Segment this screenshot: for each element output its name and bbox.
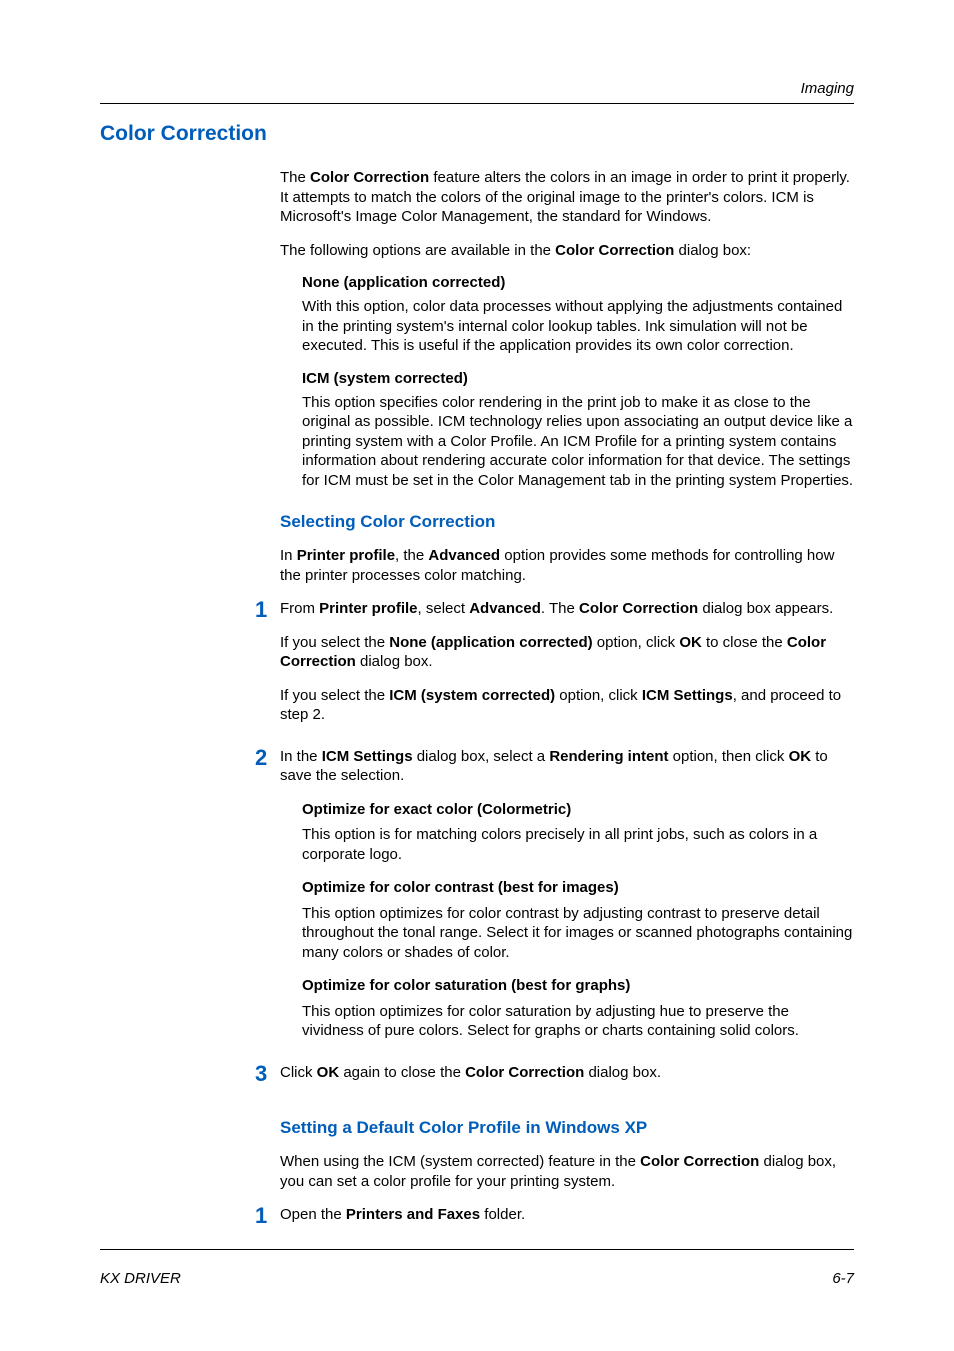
bold-text: OK (317, 1064, 340, 1081)
text: folder. (480, 1206, 525, 1223)
option-colormetric: Optimize for exact color (Colormetric) T… (302, 800, 854, 865)
bold-text: ICM Settings (322, 748, 413, 765)
bold-text: ICM Settings (642, 687, 733, 704)
bold-text: ICM (system corrected) (389, 687, 555, 704)
step-number: 3 (255, 1063, 280, 1097)
header-rule (100, 103, 854, 104)
sec1-intro: In Printer profile, the Advanced option … (280, 546, 854, 585)
sec2-intro: When using the ICM (system corrected) fe… (280, 1152, 854, 1191)
text: In the (280, 748, 322, 765)
text: When using the ICM (system corrected) fe… (280, 1153, 640, 1170)
footer-left: KX DRIVER (100, 1270, 181, 1287)
definition-icm: ICM (system corrected) This option speci… (302, 370, 854, 491)
option-title: Optimize for color saturation (best for … (302, 976, 854, 996)
text: Open the (280, 1206, 346, 1223)
definition-body: This option specifies color rendering in… (302, 393, 854, 491)
text: to close the (702, 634, 787, 651)
step-number: 2 (255, 747, 280, 1055)
text: , the (395, 547, 428, 564)
page-header-section: Imaging (100, 80, 854, 97)
step-number: 1 (255, 1205, 280, 1239)
option-title: Optimize for color contrast (best for im… (302, 878, 854, 898)
step-para: In the ICM Settings dialog box, select a… (280, 747, 854, 786)
text: If you select the (280, 634, 389, 651)
text: dialog box: (674, 242, 751, 259)
text: From (280, 600, 319, 617)
text: dialog box. (356, 653, 433, 670)
sec2-step-1: 1 Open the Printers and Faxes folder. (255, 1205, 854, 1239)
option-title: Optimize for exact color (Colormetric) (302, 800, 854, 820)
bold-text: OK (679, 634, 702, 651)
text: . The (541, 600, 579, 617)
text: If you select the (280, 687, 389, 704)
page-footer: KX DRIVER 6-7 (100, 1270, 854, 1287)
bold-text: Color Correction (555, 242, 674, 259)
heading-selecting-color-correction: Selecting Color Correction (280, 512, 854, 532)
text: dialog box appears. (698, 600, 833, 617)
definition-title: ICM (system corrected) (302, 370, 854, 387)
option-body: This option optimizes for color contrast… (302, 904, 854, 963)
step-para: Open the Printers and Faxes folder. (280, 1205, 854, 1225)
bold-text: Printer profile (297, 547, 395, 564)
bold-text: Advanced (469, 600, 541, 617)
option-body: This option optimizes for color saturati… (302, 1002, 854, 1041)
heading-color-correction: Color Correction (100, 122, 854, 146)
definition-none: None (application corrected) With this o… (302, 274, 854, 356)
step-3: 3 Click OK again to close the Color Corr… (255, 1063, 854, 1097)
definition-body: With this option, color data processes w… (302, 297, 854, 356)
bold-text: Color Correction (640, 1153, 759, 1170)
text: Click (280, 1064, 317, 1081)
bold-text: OK (789, 748, 812, 765)
bold-text: Color Correction (579, 600, 698, 617)
step-2: 2 In the ICM Settings dialog box, select… (255, 747, 854, 1055)
option-saturation: Optimize for color saturation (best for … (302, 976, 854, 1041)
text: option, click (555, 687, 642, 704)
bold-text: Printers and Faxes (346, 1206, 480, 1223)
step-para: From Printer profile, select Advanced. T… (280, 599, 854, 619)
definition-title: None (application corrected) (302, 274, 854, 291)
text: In (280, 547, 297, 564)
option-contrast: Optimize for color contrast (best for im… (302, 878, 854, 962)
bold-text: Rendering intent (549, 748, 668, 765)
text: dialog box, select a (413, 748, 550, 765)
text: option, click (593, 634, 680, 651)
bold-text: Color Correction (310, 169, 429, 186)
step-para: If you select the None (application corr… (280, 633, 854, 672)
bold-text: Advanced (428, 547, 500, 564)
step-1: 1 From Printer profile, select Advanced.… (255, 599, 854, 739)
bold-text: None (application corrected) (389, 634, 592, 651)
intro-para-1: The Color Correction feature alters the … (280, 168, 854, 227)
text: dialog box. (584, 1064, 661, 1081)
text: , select (418, 600, 470, 617)
heading-setting-default-profile: Setting a Default Color Profile in Windo… (280, 1118, 854, 1138)
step-number: 1 (255, 599, 280, 739)
bold-text: Color Correction (465, 1064, 584, 1081)
text: The following options are available in t… (280, 242, 555, 259)
text: again to close the (339, 1064, 465, 1081)
intro-para-2: The following options are available in t… (280, 241, 854, 261)
footer-right: 6-7 (832, 1270, 854, 1287)
step-para: If you select the ICM (system corrected)… (280, 686, 854, 725)
footer-rule (100, 1249, 854, 1250)
text: option, then click (668, 748, 788, 765)
option-body: This option is for matching colors preci… (302, 825, 854, 864)
bold-text: Printer profile (319, 600, 417, 617)
text: The (280, 169, 310, 186)
step-para: Click OK again to close the Color Correc… (280, 1063, 854, 1083)
